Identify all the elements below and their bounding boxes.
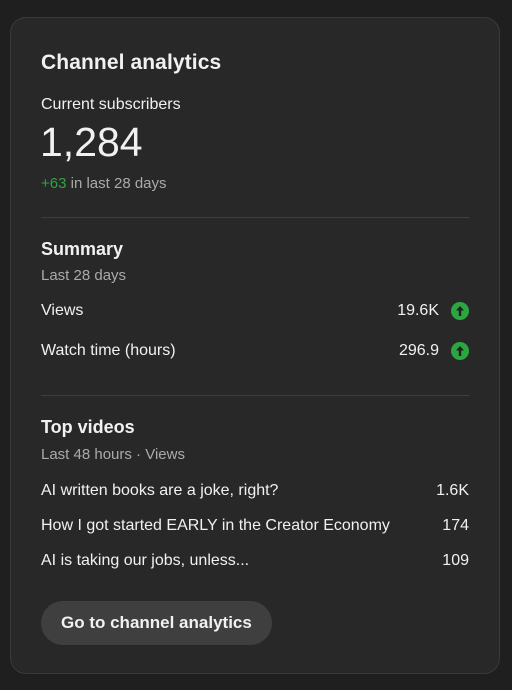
channel-analytics-card: Channel analytics Current subscribers 1,… — [10, 17, 500, 674]
metric-value: 19.6K — [397, 302, 439, 319]
top-video-item[interactable]: AI is taking our jobs, unless... 109 — [41, 550, 469, 572]
video-title[interactable]: AI is taking our jobs, unless... — [41, 552, 249, 570]
subscriber-delta-value: +63 — [41, 175, 67, 192]
top-videos-title: Top videos — [41, 417, 135, 437]
top-video-item[interactable]: AI written books are a joke, right? 1.6K — [41, 480, 469, 502]
top-video-item[interactable]: How I got started EARLY in the Creator E… — [41, 515, 469, 537]
metric-label: Watch time (hours) — [41, 342, 176, 359]
video-views: 1.6K — [436, 482, 469, 499]
subscriber-count: 1,284 — [40, 119, 143, 165]
summary-period: Last 28 days — [41, 267, 127, 284]
card-title: Channel analytics — [41, 51, 222, 74]
arrow-up-circle-icon — [451, 302, 469, 320]
subscriber-delta-suffix: in last 28 days — [70, 175, 167, 192]
subscriber-delta: +63 in last 28 days — [41, 175, 167, 192]
video-title[interactable]: AI written books are a joke, right? — [41, 482, 278, 500]
metric-row-views[interactable]: Views 19.6K — [41, 300, 469, 322]
video-title[interactable]: How I got started EARLY in the Creator E… — [41, 517, 390, 535]
arrow-up-circle-icon — [451, 342, 469, 360]
current-subscribers-label: Current subscribers — [41, 96, 181, 113]
divider — [41, 217, 469, 218]
go-to-channel-analytics-button[interactable]: Go to channel analytics — [41, 601, 272, 645]
video-views: 109 — [442, 552, 469, 569]
top-videos-period: Last 48 hours · Views — [41, 446, 185, 463]
summary-title: Summary — [41, 239, 124, 259]
metric-row-watch-time[interactable]: Watch time (hours) 296.9 — [41, 340, 469, 362]
divider — [41, 395, 469, 396]
metric-label: Views — [41, 302, 84, 319]
video-views: 174 — [442, 517, 469, 534]
metric-value: 296.9 — [398, 342, 439, 359]
